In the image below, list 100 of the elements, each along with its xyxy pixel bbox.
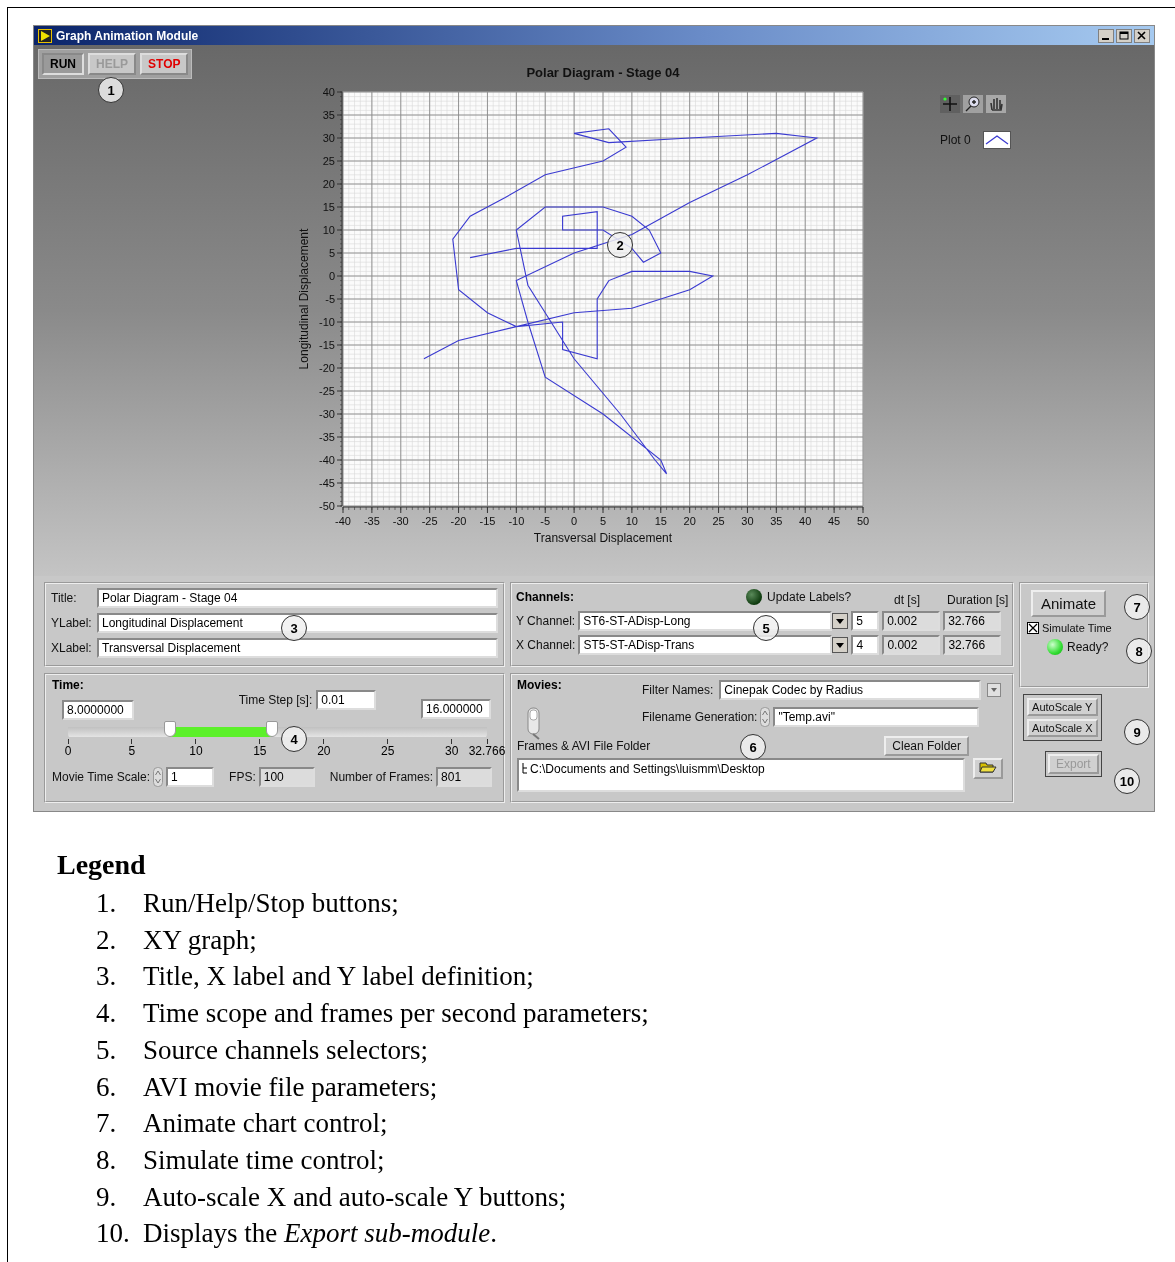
field-label: Title: xyxy=(51,591,78,605)
crosshair-icon[interactable] xyxy=(940,95,960,113)
field-label: Filter Names: xyxy=(642,683,714,697)
autoscale-button[interactable]: AutoScale X xyxy=(1027,719,1098,737)
slider-thumb[interactable] xyxy=(164,721,177,737)
list-item-text: Auto-scale X and auto-scale Y buttons; xyxy=(143,1180,567,1214)
led-indicator[interactable] xyxy=(746,589,762,605)
callout-number: 9 xyxy=(1124,719,1150,745)
y-tick-label: -45 xyxy=(319,477,335,489)
list-item-text: Title, X label and Y label definition; xyxy=(143,960,534,994)
list-number: 9. xyxy=(96,1180,118,1214)
field-label: Y Channel: xyxy=(516,614,576,628)
y-tick-label: 5 xyxy=(328,247,335,259)
led-label: Update Labels? xyxy=(767,590,852,604)
input-field[interactable]: 4 xyxy=(851,635,880,655)
list-item-text: Animate chart control; xyxy=(143,1107,388,1141)
x-tick-label: -25 xyxy=(421,515,438,527)
maximize-icon[interactable] xyxy=(1116,28,1132,43)
slider-tick-label: 25 xyxy=(381,744,395,758)
readout-field: 0.002 xyxy=(882,635,941,655)
panel-heading: Channels: xyxy=(516,590,574,604)
filter-dropdown[interactable]: Cinepak Codec by Radius xyxy=(719,680,982,700)
chart-title: Polar Diagram - Stage 04 xyxy=(526,65,680,80)
browse-button[interactable] xyxy=(973,758,1003,779)
panel-heading: Movies: xyxy=(517,678,562,692)
callout-number: 10 xyxy=(1114,768,1140,794)
list-item-text: Time scope and frames per second parameters; xyxy=(143,997,649,1031)
input-field[interactable]: 1 xyxy=(166,767,215,787)
y-tick-label: -40 xyxy=(319,454,335,466)
input-field[interactable]: 5 xyxy=(851,611,880,631)
y-tick-label: -5 xyxy=(325,293,335,305)
slider-tick-label: 10 xyxy=(189,744,203,758)
x-tick-label: -15 xyxy=(479,515,496,527)
clean-folder-button[interactable]: Clean Folder xyxy=(884,736,969,756)
field-label: X Channel: xyxy=(516,638,576,652)
close-icon[interactable] xyxy=(1134,28,1150,43)
plot-line-swatch-icon[interactable] xyxy=(982,131,1011,149)
y-tick-label: 15 xyxy=(322,201,335,213)
y-tick-label: -25 xyxy=(319,385,335,397)
y-tick-label: -30 xyxy=(319,408,335,420)
field-label: Frames & AVI File Folder xyxy=(517,739,651,753)
checkbox-label: Simulate Time xyxy=(1042,622,1112,634)
y-tick-label: 35 xyxy=(322,109,335,121)
readout-field: 801 xyxy=(436,767,493,787)
y-tick-label: 25 xyxy=(322,155,335,167)
x-tick-label: 40 xyxy=(799,515,812,527)
input-field[interactable]: Polar Diagram - Stage 04 xyxy=(97,588,498,608)
input-field[interactable]: 16.000000 xyxy=(421,699,491,719)
toolbar-button[interactable]: RUN xyxy=(42,53,84,75)
path-field[interactable]: C:\Documents and Settings\luismm\Desktop xyxy=(517,758,965,792)
animate-button[interactable]: Animate xyxy=(1031,590,1107,617)
spinner-icon[interactable] xyxy=(153,767,164,787)
x-tick-label: 35 xyxy=(770,515,783,527)
minimize-icon[interactable] xyxy=(1098,28,1114,43)
autoscale-button[interactable]: AutoScale Y xyxy=(1027,698,1098,716)
run-arrow-icon xyxy=(38,28,52,43)
channel-dropdown[interactable]: ST5-ST-ADisp-Trans xyxy=(578,635,833,655)
slider-tick-label: 5 xyxy=(128,744,136,758)
field-label: FPS: xyxy=(229,770,256,784)
y-tick-label: -50 xyxy=(319,500,335,512)
slider-thumb[interactable] xyxy=(266,721,279,737)
readout-field: 0.002 xyxy=(882,611,941,631)
field-label: Number of Frames: xyxy=(329,770,434,784)
slider-tick-label: 20 xyxy=(317,744,331,758)
list-number: 4. xyxy=(96,997,118,1031)
folder-icon xyxy=(979,761,997,773)
input-field[interactable]: 8.0000000 xyxy=(62,700,134,720)
path-icon xyxy=(522,762,528,774)
toggle-switch[interactable] xyxy=(525,704,543,740)
x-tick-label: 10 xyxy=(625,515,638,527)
y-axis-label: Longitudinal Displacement xyxy=(297,228,311,370)
x-tick-label: 5 xyxy=(599,515,607,527)
y-tick-label: -20 xyxy=(319,362,335,374)
x-tick-label: 0 xyxy=(571,515,578,527)
list-number: 5. xyxy=(96,1033,118,1067)
field-label: Time Step [s]: xyxy=(238,693,313,707)
list-number: 6. xyxy=(96,1070,118,1104)
slider-tick-label: 30 xyxy=(445,744,459,758)
input-field[interactable]: 0.01 xyxy=(316,690,377,710)
zoom-icon[interactable] xyxy=(963,95,983,113)
column-header: dt [s] xyxy=(894,593,920,607)
readout-field: 32.766 xyxy=(943,611,1002,631)
window-title: Graph Animation Module xyxy=(56,28,199,43)
x-tick-label: -20 xyxy=(450,515,467,527)
list-number: 1. xyxy=(96,887,118,920)
x-tick-label: 50 xyxy=(856,515,870,527)
list-number: 8. xyxy=(96,1143,118,1177)
column-header: Duration [s] xyxy=(947,593,1009,607)
input-field[interactable]: Transversal Displacement xyxy=(97,638,498,658)
input-field[interactable]: "Temp.avi" xyxy=(773,707,980,727)
spinner-icon[interactable] xyxy=(760,707,771,727)
hand-icon[interactable] xyxy=(986,95,1006,113)
led-label: Ready? xyxy=(1067,640,1109,654)
list-number: 2. xyxy=(96,923,118,957)
list-item-text: XY graph; xyxy=(143,923,257,957)
checkbox[interactable] xyxy=(1027,622,1039,634)
list-item-text: Simulate time control; xyxy=(143,1143,385,1177)
x-tick-label: -30 xyxy=(392,515,409,527)
path-text: C:\Documents and Settings\luismm\Desktop xyxy=(530,762,765,776)
x-tick-label: 25 xyxy=(712,515,725,527)
